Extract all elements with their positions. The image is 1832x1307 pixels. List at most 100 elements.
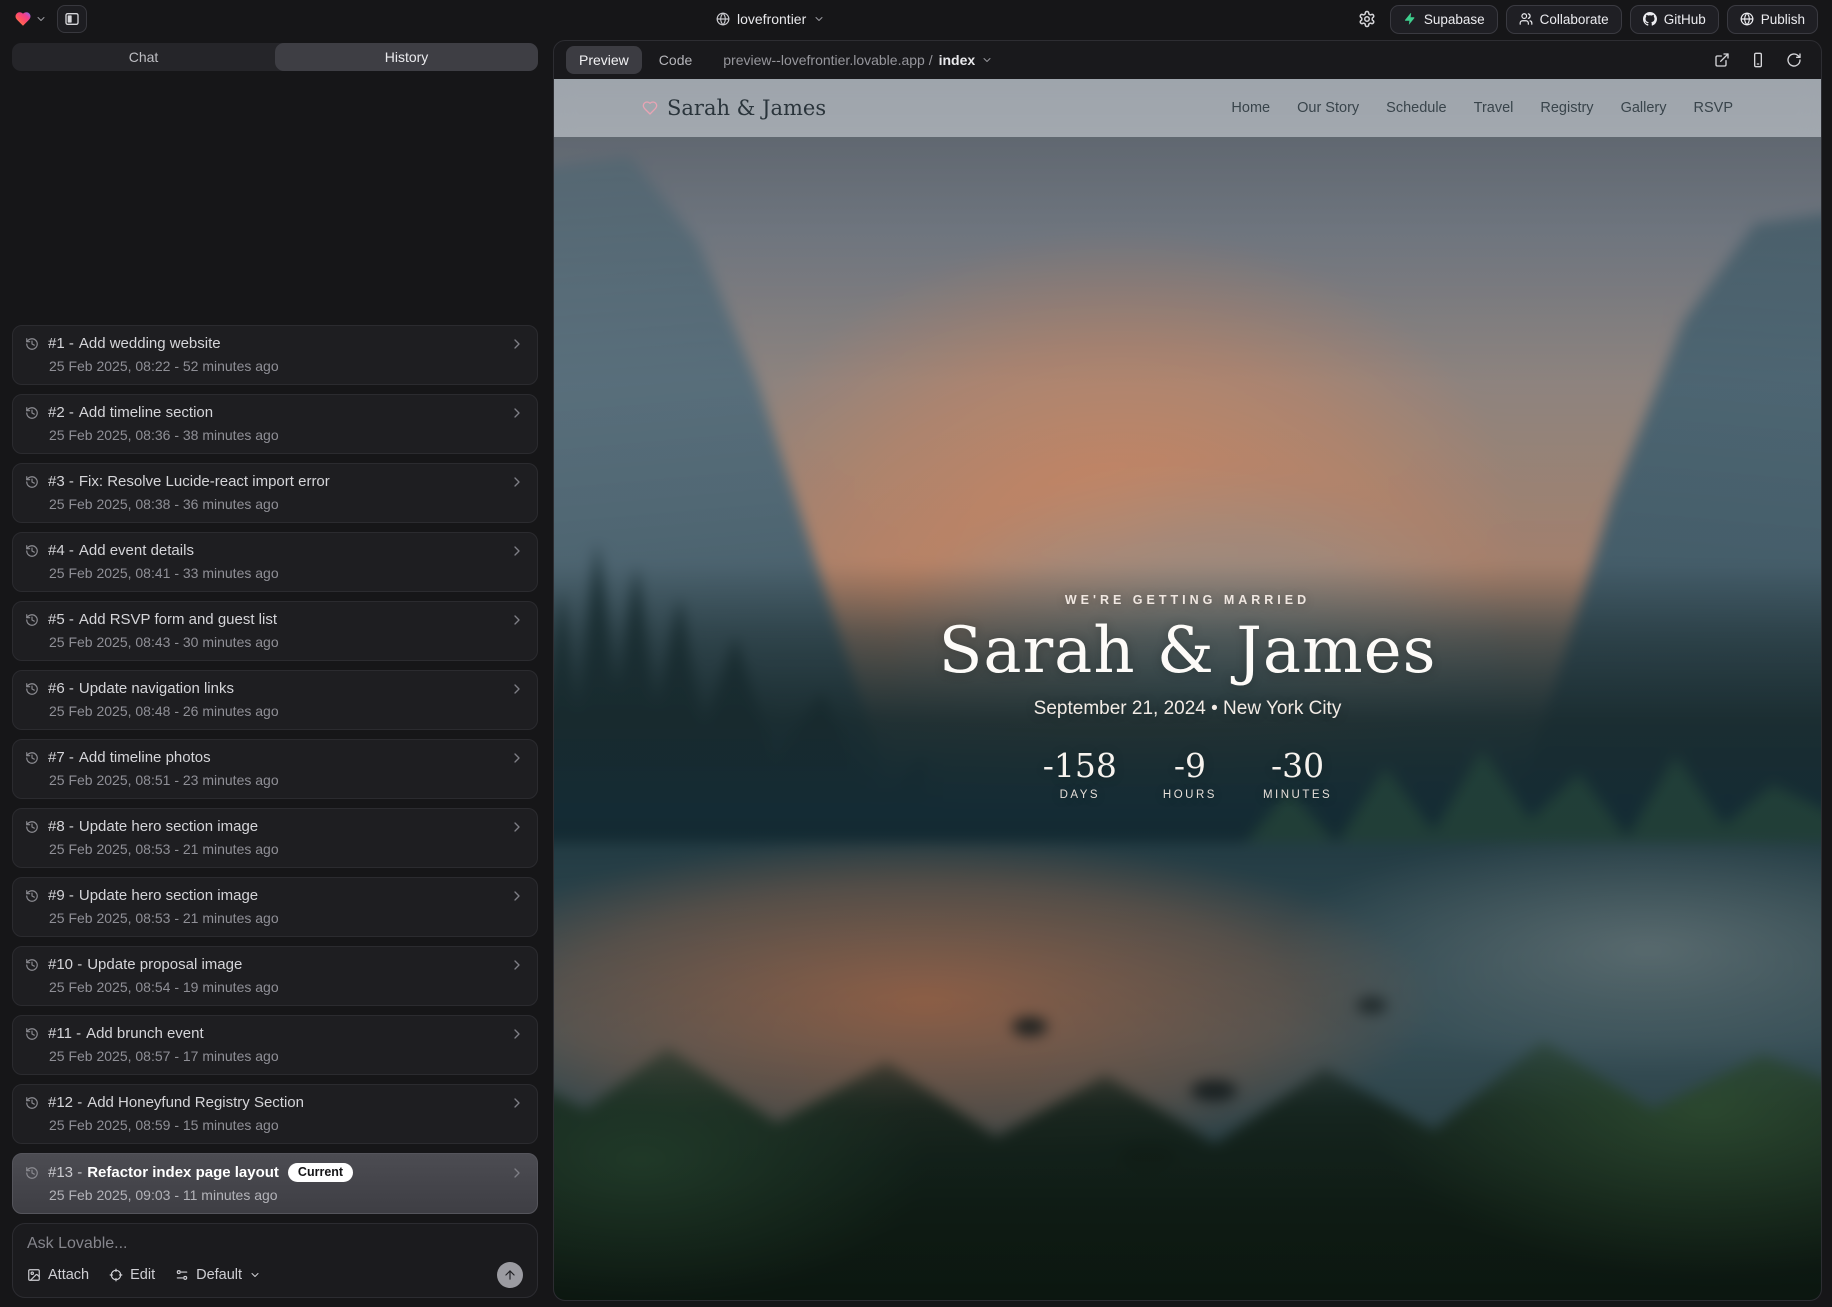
history-item[interactable]: #5 - Add RSVP form and guest list 25 Feb…	[12, 601, 538, 661]
composer: Attach Edit Default	[12, 1223, 538, 1298]
hero-date: September 21, 2024 • New York City	[554, 698, 1821, 720]
hero-title: Sarah & James	[554, 615, 1821, 687]
github-icon	[1643, 12, 1657, 26]
countdown-unit: -158 DAYS	[1043, 746, 1117, 803]
image-icon	[27, 1268, 41, 1282]
site-header: Sarah & James Home Our Story Schedule Tr…	[554, 79, 1821, 137]
history-item-title: #5 - Add RSVP form and guest list	[48, 611, 277, 629]
history-item-timestamp: 25 Feb 2025, 08:51 - 23 minutes ago	[49, 772, 525, 788]
history-item-title: #2 - Add timeline section	[48, 404, 213, 422]
mode-select[interactable]: Default	[175, 1267, 261, 1283]
prompt-input[interactable]	[27, 1235, 523, 1256]
supabase-button[interactable]: Supabase	[1390, 5, 1498, 34]
settings-button[interactable]	[1352, 5, 1382, 33]
mobile-view-button[interactable]	[1743, 46, 1773, 74]
history-item-title: #10 - Update proposal image	[48, 956, 242, 974]
history-icon	[25, 613, 39, 627]
countdown-label: DAYS	[1043, 788, 1117, 803]
history-list: #1 - Add wedding website 25 Feb 2025, 08…	[12, 81, 538, 1214]
hero-content: WE'RE GETTING MARRIED Sarah & James Sept…	[554, 79, 1821, 803]
external-link-icon	[1714, 52, 1730, 68]
tab-history[interactable]: History	[275, 43, 538, 71]
chevron-right-icon	[509, 543, 525, 559]
countdown-value: -9	[1163, 746, 1217, 786]
sidebar: Chat History #1 - Add wedding website 25…	[0, 38, 545, 1307]
chevron-right-icon	[509, 819, 525, 835]
site-nav-link[interactable]: Registry	[1540, 100, 1593, 116]
history-icon	[25, 544, 39, 558]
publish-button[interactable]: Publish	[1727, 5, 1818, 34]
collaborate-button[interactable]: Collaborate	[1506, 5, 1622, 34]
history-item-title: #7 - Add timeline photos	[48, 749, 211, 767]
current-badge: Current	[288, 1163, 353, 1182]
tab-code[interactable]: Code	[646, 46, 705, 74]
history-item-timestamp: 25 Feb 2025, 08:57 - 17 minutes ago	[49, 1048, 525, 1064]
chevron-right-icon	[509, 1026, 525, 1042]
history-item[interactable]: #1 - Add wedding website 25 Feb 2025, 08…	[12, 325, 538, 385]
users-icon	[1519, 12, 1533, 26]
chevron-right-icon	[509, 612, 525, 628]
chevron-right-icon	[509, 336, 525, 352]
toggle-sidebar-button[interactable]	[57, 5, 87, 33]
history-icon	[25, 1166, 39, 1180]
history-item[interactable]: #7 - Add timeline photos 25 Feb 2025, 08…	[12, 739, 538, 799]
preview-panel: Preview Code preview--lovefrontier.lovab…	[553, 40, 1822, 1301]
github-button[interactable]: GitHub	[1630, 5, 1719, 34]
tab-preview[interactable]: Preview	[566, 46, 642, 74]
countdown-value: -158	[1043, 746, 1117, 786]
history-item[interactable]: #3 - Fix: Resolve Lucide-react import er…	[12, 463, 538, 523]
history-item-title: #13 - Refactor index page layout Current	[48, 1163, 353, 1182]
smartphone-icon	[1750, 52, 1766, 68]
chevron-down-icon	[249, 1269, 261, 1281]
url-page: index	[939, 52, 976, 68]
crosshair-icon	[109, 1268, 123, 1282]
chevron-down-icon	[35, 13, 47, 25]
open-in-new-tab-button[interactable]	[1707, 46, 1737, 74]
attach-button[interactable]: Attach	[27, 1267, 89, 1283]
history-item[interactable]: #12 - Add Honeyfund Registry Section 25 …	[12, 1084, 538, 1144]
history-item[interactable]: #4 - Add event details 25 Feb 2025, 08:4…	[12, 532, 538, 592]
project-selector[interactable]: lovefrontier	[716, 0, 825, 38]
site-logo[interactable]: Sarah & James	[642, 96, 826, 120]
history-item-timestamp: 25 Feb 2025, 09:03 - 11 minutes ago	[49, 1187, 525, 1203]
history-item-timestamp: 25 Feb 2025, 08:53 - 21 minutes ago	[49, 841, 525, 857]
history-item[interactable]: #11 - Add brunch event 25 Feb 2025, 08:5…	[12, 1015, 538, 1075]
history-icon	[25, 475, 39, 489]
history-item[interactable]: #2 - Add timeline section 25 Feb 2025, 0…	[12, 394, 538, 454]
lovable-menu[interactable]	[14, 10, 47, 28]
site-nav-link[interactable]: Schedule	[1386, 100, 1446, 116]
history-icon	[25, 1027, 39, 1041]
site-nav-link[interactable]: Gallery	[1621, 100, 1667, 116]
edit-button[interactable]: Edit	[109, 1267, 155, 1283]
history-item-title: #11 - Add brunch event	[48, 1025, 204, 1043]
chevron-right-icon	[509, 1165, 525, 1181]
site-nav-link[interactable]: Home	[1231, 100, 1270, 116]
site-nav-link[interactable]: Our Story	[1297, 100, 1359, 116]
history-item-title: #1 - Add wedding website	[48, 335, 221, 353]
history-item[interactable]: #8 - Update hero section image 25 Feb 20…	[12, 808, 538, 868]
tab-chat[interactable]: Chat	[12, 43, 275, 71]
site-nav-link[interactable]: RSVP	[1694, 100, 1734, 116]
history-item-title: #6 - Update navigation links	[48, 680, 234, 698]
chevron-right-icon	[509, 957, 525, 973]
countdown-unit: -30 MINUTES	[1263, 746, 1332, 803]
refresh-button[interactable]	[1779, 46, 1809, 74]
history-item[interactable]: #9 - Update hero section image 25 Feb 20…	[12, 877, 538, 937]
chevron-right-icon	[509, 474, 525, 490]
globe-icon	[716, 12, 730, 26]
history-item-title: #4 - Add event details	[48, 542, 194, 560]
history-item-timestamp: 25 Feb 2025, 08:53 - 21 minutes ago	[49, 910, 525, 926]
chevron-down-icon	[813, 13, 825, 25]
send-button[interactable]	[497, 1262, 523, 1288]
refresh-icon	[1786, 52, 1802, 68]
history-item[interactable]: #10 - Update proposal image 25 Feb 2025,…	[12, 946, 538, 1006]
site-viewport: Sarah & James Home Our Story Schedule Tr…	[554, 79, 1821, 1300]
history-item-timestamp: 25 Feb 2025, 08:38 - 36 minutes ago	[49, 496, 525, 512]
history-item[interactable]: #6 - Update navigation links 25 Feb 2025…	[12, 670, 538, 730]
history-item[interactable]: #13 - Refactor index page layout Current…	[12, 1153, 538, 1214]
url-host: preview--lovefrontier.lovable.app /	[723, 52, 932, 68]
chevron-right-icon	[509, 1095, 525, 1111]
site-nav-link[interactable]: Travel	[1474, 100, 1514, 116]
preview-url[interactable]: preview--lovefrontier.lovable.app / inde…	[723, 52, 993, 68]
history-item-timestamp: 25 Feb 2025, 08:59 - 15 minutes ago	[49, 1117, 525, 1133]
